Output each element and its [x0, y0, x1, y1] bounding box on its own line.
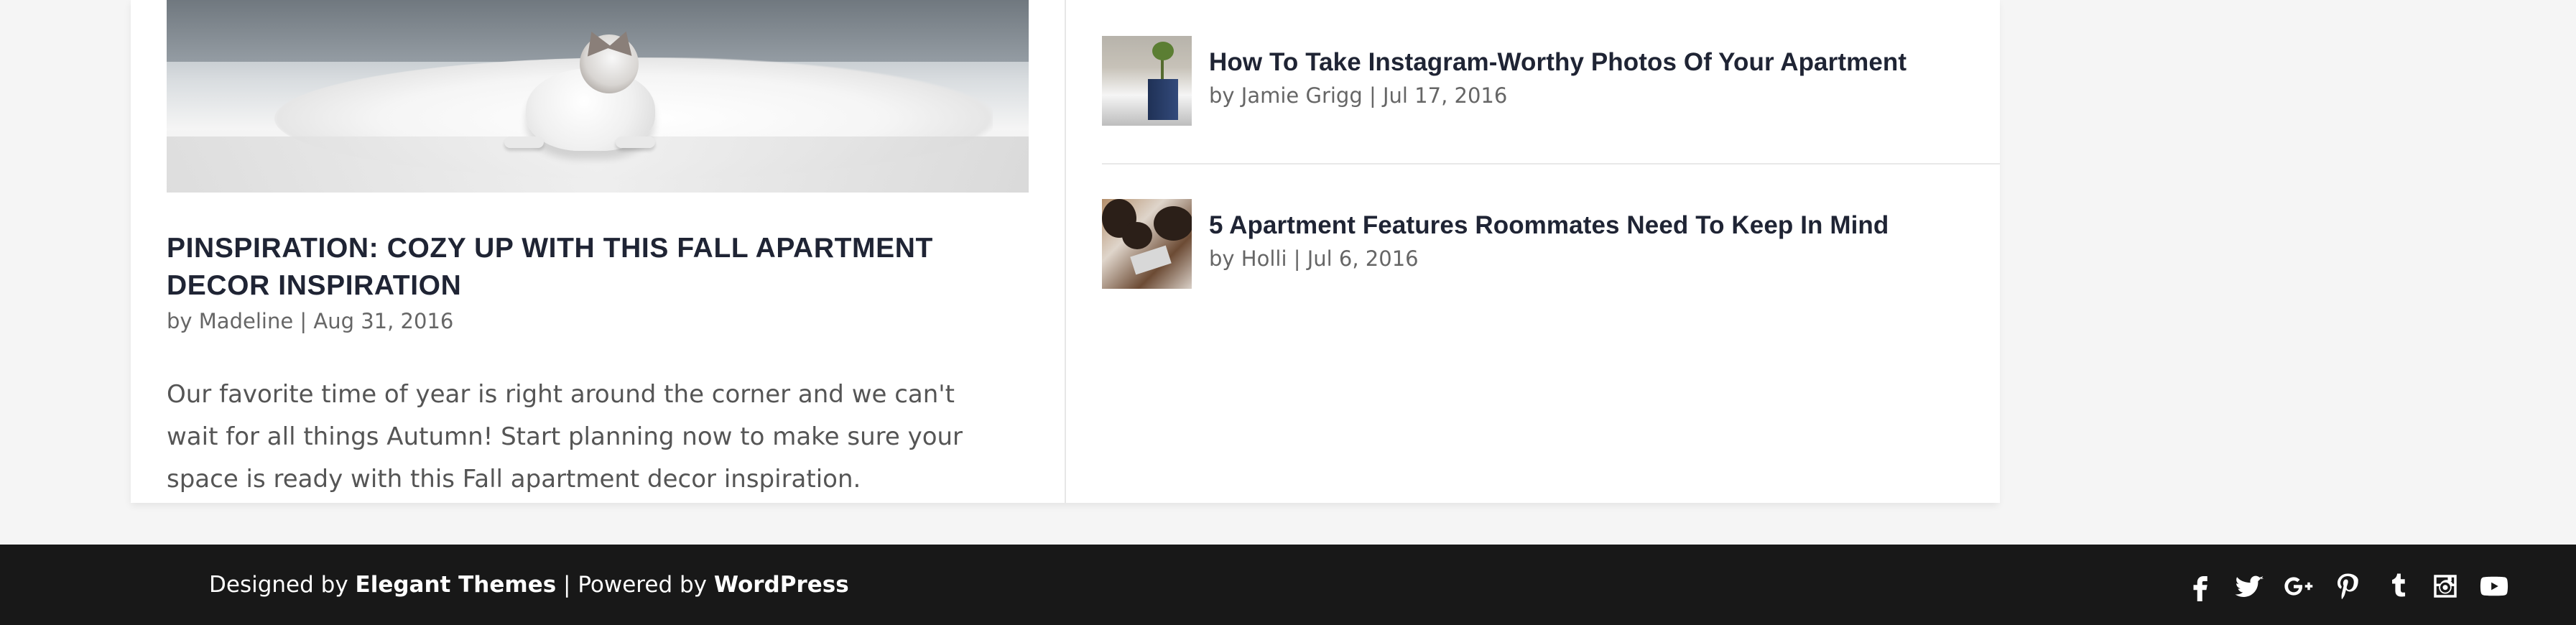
facebook-icon[interactable] — [2184, 569, 2218, 603]
related-posts-card: How To Take Instagram-Worthy Photos Of Y… — [1065, 0, 2000, 503]
related-post-title[interactable]: 5 Apartment Features Roommates Need To K… — [1209, 208, 1889, 244]
thumbnail-person-hair — [1122, 222, 1152, 249]
site-footer: Designed by Elegant Themes | Powered by … — [0, 545, 2576, 625]
related-post-meta: by Holli | Jul 6, 2016 — [1209, 246, 1419, 271]
image-cat-paw — [616, 136, 655, 148]
featured-post-meta: by Madeline | Aug 31, 2016 — [167, 309, 454, 333]
thumbnail-laptop — [1130, 245, 1172, 275]
youtube-icon[interactable] — [2477, 569, 2511, 603]
elegant-themes-link[interactable]: Elegant Themes — [356, 572, 557, 598]
related-post-meta: by Jamie Grigg | Jul 17, 2016 — [1209, 83, 1508, 108]
related-post-thumbnail[interactable] — [1102, 36, 1192, 126]
thumbnail-plant-pot — [1148, 79, 1178, 120]
designed-by-label: Designed by — [209, 572, 348, 598]
related-post-thumbnail[interactable] — [1102, 199, 1192, 289]
footer-credit: Designed by Elegant Themes | Powered by … — [209, 569, 849, 601]
featured-post-excerpt: Our favorite time of year is right aroun… — [167, 380, 963, 494]
image-cat-paw — [504, 136, 544, 148]
tumblr-icon[interactable] — [2379, 569, 2414, 603]
related-post-title[interactable]: How To Take Instagram-Worthy Photos Of Y… — [1209, 45, 1906, 80]
featured-post-title[interactable]: PINSPIRATION: COZY UP WITH THIS FALL APA… — [167, 230, 971, 305]
related-post-item: 5 Apartment Features Roommates Need To K… — [1102, 163, 2000, 326]
powered-by-label: | Powered by — [563, 572, 708, 598]
related-post-item: How To Take Instagram-Worthy Photos Of Y… — [1102, 0, 2000, 165]
thumbnail-person-hair — [1154, 206, 1192, 241]
twitter-icon[interactable] — [2233, 569, 2267, 603]
google-plus-icon[interactable] — [2281, 569, 2316, 603]
thumbnail-plant-leaf — [1152, 42, 1174, 60]
post-module: PINSPIRATION: COZY UP WITH THIS FALL APA… — [131, 0, 2000, 503]
featured-post-card: PINSPIRATION: COZY UP WITH THIS FALL APA… — [131, 0, 1065, 503]
pinterest-icon[interactable] — [2330, 569, 2365, 603]
wordpress-link[interactable]: WordPress — [714, 572, 849, 598]
featured-post-image[interactable] — [167, 0, 1029, 193]
instagram-icon[interactable] — [2428, 569, 2463, 603]
